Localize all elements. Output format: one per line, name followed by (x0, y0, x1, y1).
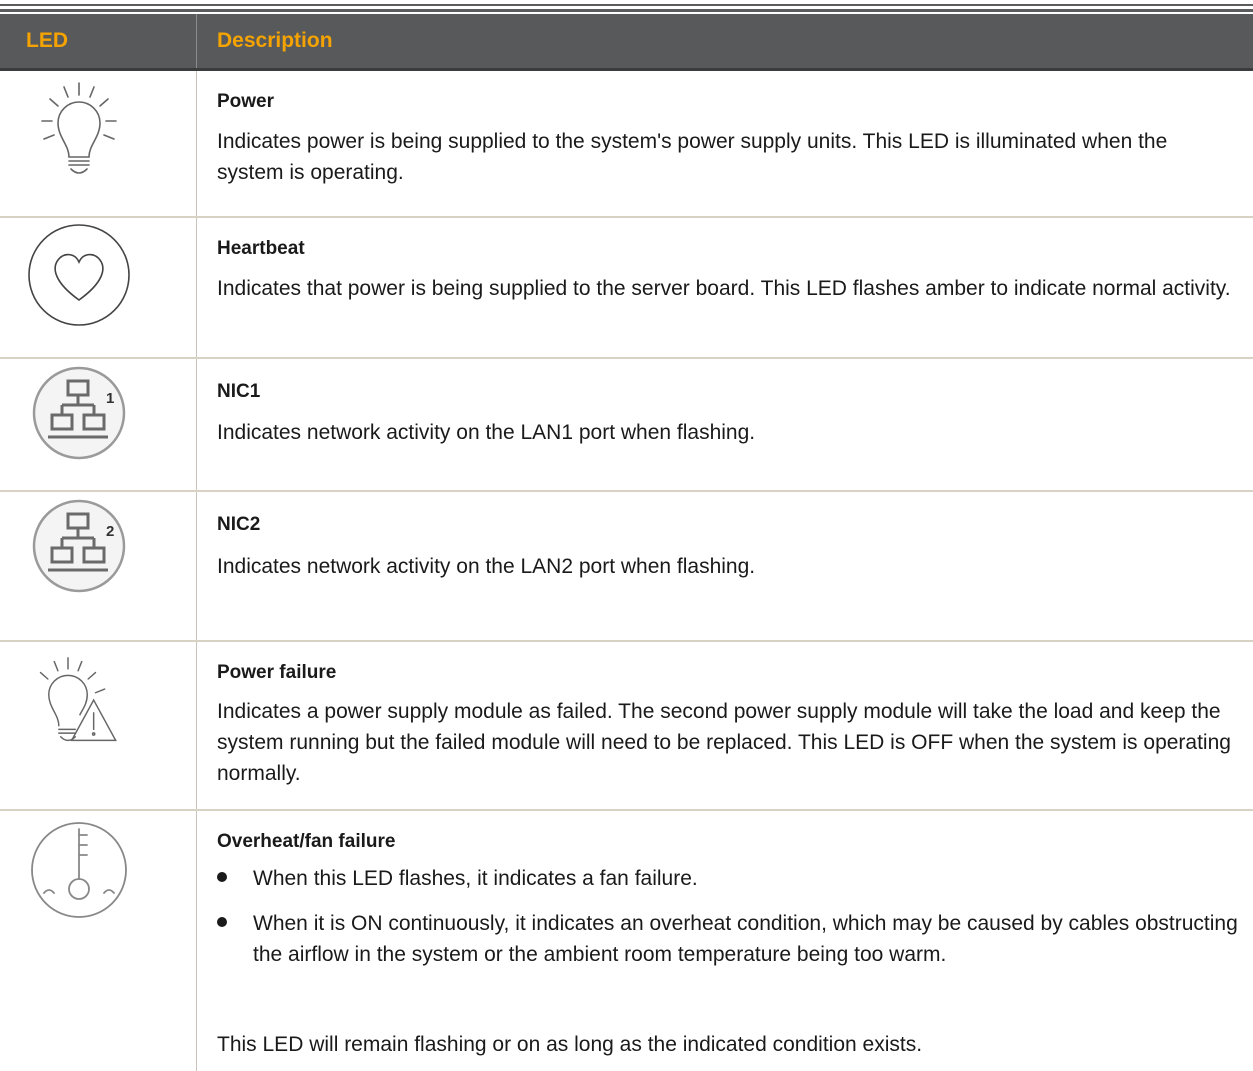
led-description: Indicates network activity on the LAN2 p… (217, 555, 756, 578)
bullet-icon (217, 872, 227, 882)
led-title: Heartbeat (217, 238, 305, 259)
led-title: Overheat/fan failure (217, 831, 396, 852)
led-description: Indicates a power supply module as faile… (217, 700, 1231, 785)
table-row: Power Indicates power is being supplied … (0, 71, 1253, 216)
led-title: NIC1 (217, 381, 261, 402)
table-row: 1 NIC1 Indicates network activity on the… (0, 359, 1253, 490)
column-header-led: LED (26, 29, 68, 52)
led-footer-note: This LED will remain flashing or on as l… (217, 1033, 923, 1056)
top-rule (0, 4, 1253, 6)
led-title: Power (217, 91, 275, 112)
bullet-icon (217, 917, 227, 927)
bullet-text: When this LED flashes, it indicates a fa… (253, 867, 698, 890)
led-description: Indicates power is being supplied to the… (217, 130, 1168, 184)
led-description: Indicates that power is being supplied t… (217, 277, 1231, 300)
nic-number: 2 (106, 523, 114, 540)
header-divider (196, 14, 197, 68)
led-title: NIC2 (217, 514, 261, 535)
table-header: LED Description (0, 14, 1253, 71)
heart-icon (28, 224, 130, 326)
lightbulb-warning-icon (39, 657, 117, 742)
table-row: Overheat/fan failure When this LED flash… (0, 811, 1253, 1071)
lightbulb-icon (41, 82, 117, 174)
led-description: Indicates network activity on the LAN1 p… (217, 421, 756, 444)
table-row: Heartbeat Indicates that power is being … (0, 218, 1253, 357)
network-icon: 2 (32, 499, 126, 593)
thermometer-icon (31, 822, 127, 918)
nic-number: 1 (106, 390, 114, 407)
network-icon: 1 (32, 366, 126, 460)
table-row: Power failure Indicates a power supply m… (0, 642, 1253, 809)
table-row: 2 NIC2 Indicates network activity on the… (0, 492, 1253, 640)
column-header-description: Description (217, 29, 333, 52)
top-rule (0, 9, 1253, 12)
bullet-text: When it is ON continuously, it indicates… (253, 912, 1238, 966)
led-title: Power failure (217, 662, 337, 683)
